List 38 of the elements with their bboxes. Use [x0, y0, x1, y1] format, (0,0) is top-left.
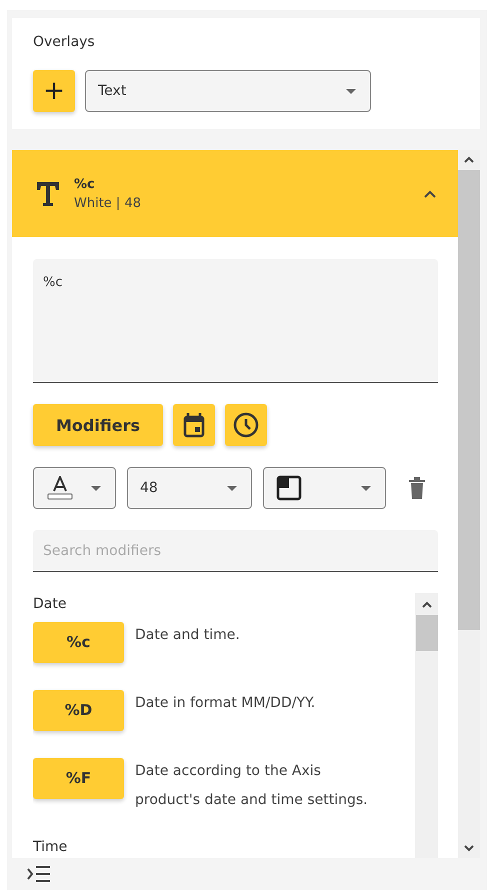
indent-icon[interactable]	[27, 865, 51, 883]
modifier-button[interactable]: %D	[33, 690, 124, 730]
text-type-icon	[36, 180, 60, 206]
caret-icon	[346, 88, 356, 94]
date-button[interactable]	[173, 404, 215, 446]
background-icon	[276, 475, 302, 501]
modifier-description: Date in format MM/DD/YY.	[135, 694, 316, 712]
overlay-type-select[interactable]: Text	[85, 70, 371, 112]
overlay-title: %c	[74, 176, 96, 192]
modifier-description: Date and time.	[135, 626, 241, 644]
calendar-icon	[183, 412, 205, 438]
caret-icon	[91, 486, 101, 490]
text-color-select[interactable]	[33, 467, 116, 509]
overlay-header[interactable]: %c White | 48	[12, 150, 458, 237]
add-button[interactable]: +	[33, 70, 75, 112]
caret-icon	[361, 486, 371, 490]
modifiers-button[interactable]: Modifiers	[33, 404, 163, 446]
modifier-button[interactable]: %c	[33, 622, 124, 662]
group-title: Time	[33, 838, 68, 857]
group-title: Date	[33, 595, 68, 614]
background-select[interactable]	[263, 467, 386, 509]
modifier-description: Date according to the Axis product's date and time settings.	[135, 762, 369, 810]
panel-title: Overlays	[33, 34, 96, 50]
modifier-button[interactable]: %F	[33, 758, 124, 798]
chevron-up-icon[interactable]	[424, 190, 436, 198]
scrollbar-thumb[interactable]	[416, 615, 438, 651]
clock-icon	[233, 412, 259, 438]
delete-icon[interactable]	[408, 476, 426, 500]
overlay-subtitle: White | 48	[74, 196, 142, 210]
text-area[interactable]: %c	[33, 259, 438, 383]
list-scrollbar[interactable]	[415, 593, 438, 858]
scrollbar-thumb[interactable]	[458, 170, 480, 630]
time-button[interactable]	[225, 404, 267, 446]
search-field[interactable]: Search modifiers	[33, 530, 438, 572]
text-color-icon	[46, 476, 74, 500]
caret-icon	[227, 486, 237, 490]
font-size-select[interactable]: 48	[127, 467, 252, 509]
panel-scrollbar[interactable]	[458, 150, 480, 858]
